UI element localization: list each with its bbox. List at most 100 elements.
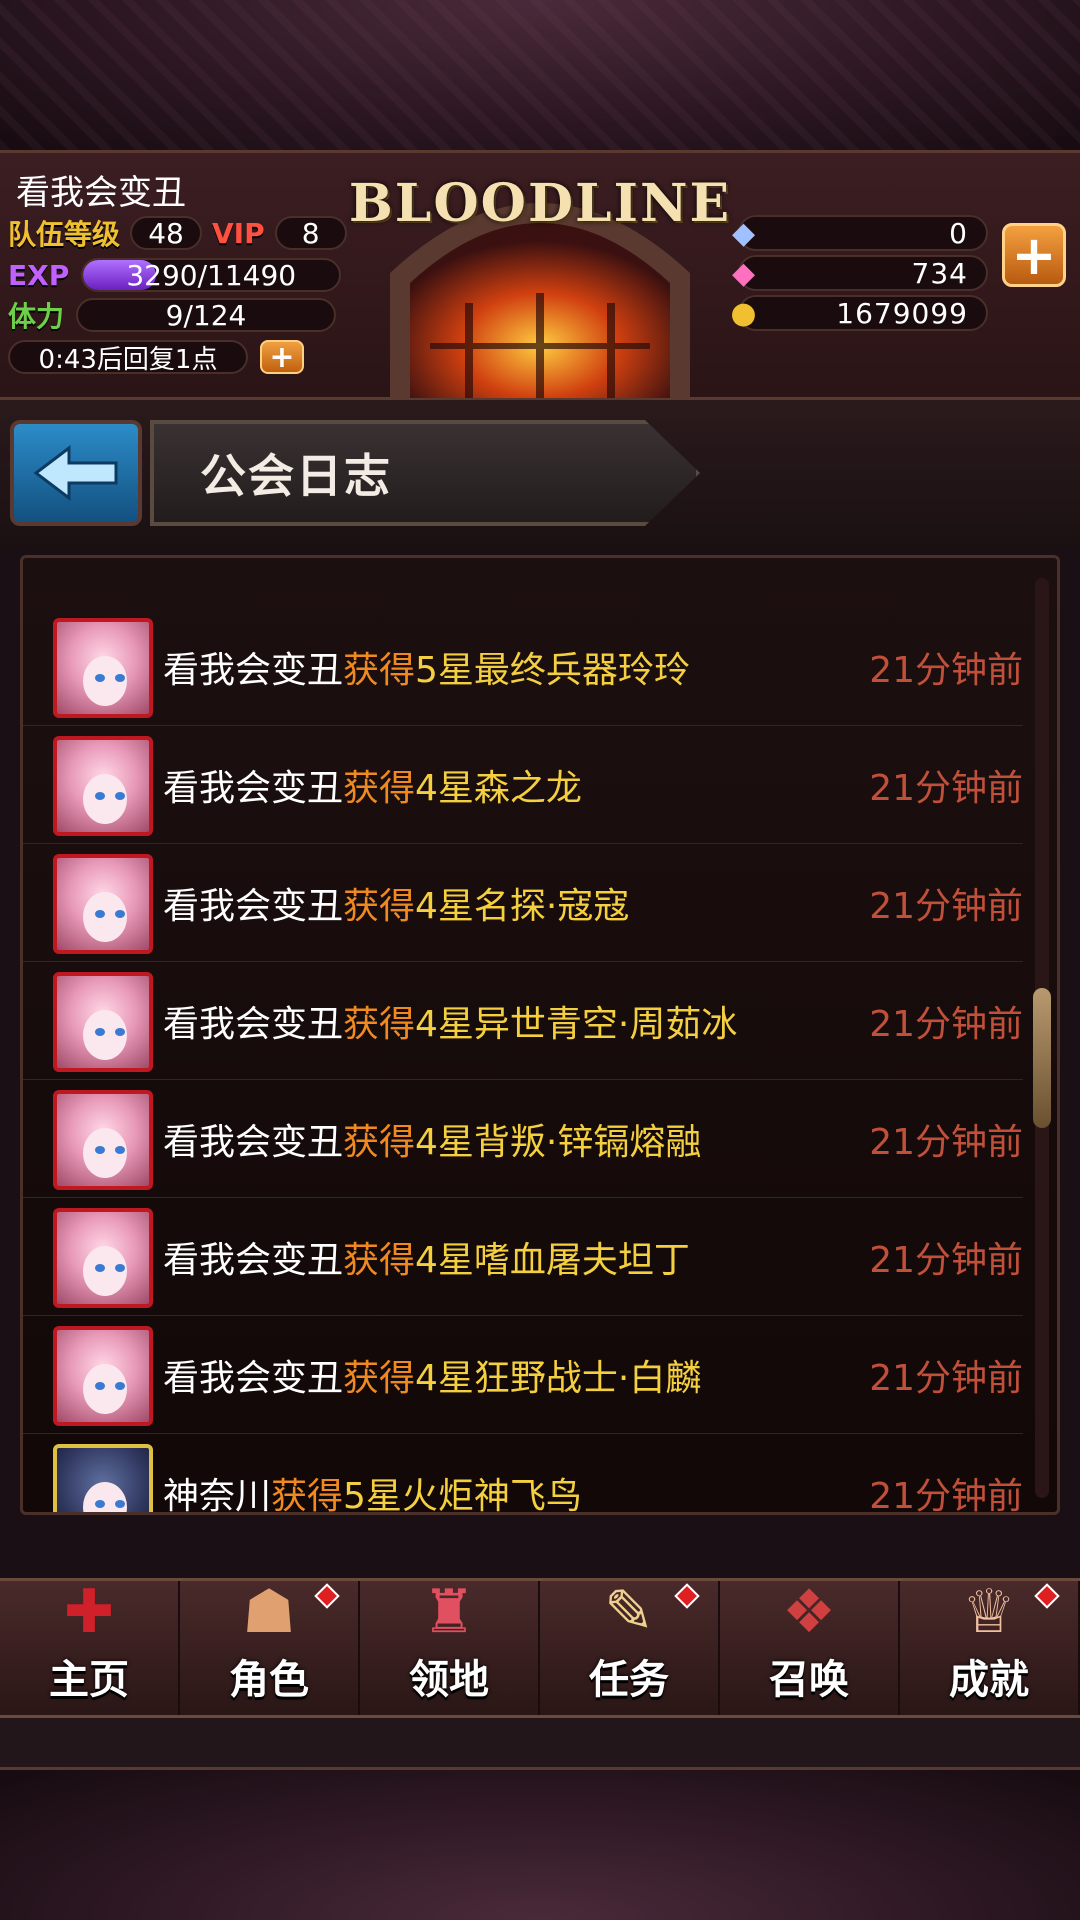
castle-icon: ♜ (422, 1577, 476, 1647)
game-logo: BLOODLINE (348, 172, 732, 234)
avatar-eye (95, 910, 105, 918)
log-verb: 获得 (343, 1358, 416, 1399)
player-avatar[interactable] (53, 1090, 153, 1190)
log-row: 看我会变丑 获得 4星名探·寇寇 21分钟前 (23, 844, 1023, 962)
avatar-eye (115, 1028, 125, 1036)
page-title: 公会日志 (200, 449, 392, 503)
log-row: 看我会变丑 获得 4星嗜血屠夫坦丁 21分钟前 (23, 1198, 1023, 1316)
recover-row: 0:43后回复1点 + (8, 337, 304, 377)
player-avatar[interactable] (53, 1444, 153, 1512)
log-row: 看我会变丑 获得 4星背叛·锌镉熔融 21分钟前 (23, 1080, 1023, 1198)
player-avatar[interactable] (53, 1208, 153, 1308)
player-avatar[interactable] (53, 854, 153, 954)
nav-item-shield[interactable]: ✚ 主页 (0, 1577, 180, 1715)
gem-counter: ◆ 734 (732, 255, 988, 291)
log-row: 神奈川 获得 5星火炬神飞鸟 21分钟前 (23, 1434, 1023, 1515)
log-message: 看我会变丑 获得 4星异世青空·周茹冰 (163, 962, 737, 1080)
gold-value: 1679099 (836, 296, 968, 330)
log-verb: 获得 (271, 1476, 344, 1515)
avatar-eye (95, 1028, 105, 1036)
avatar-eye (115, 910, 125, 918)
log-row: 看我会变丑 获得 4星异世青空·周茹冰 21分钟前 (23, 962, 1023, 1080)
nav-item-character[interactable]: ☗ 角色 (180, 1577, 360, 1715)
log-message: 看我会变丑 获得 4星嗜血屠夫坦丁 (163, 1198, 690, 1316)
back-arrow-icon (33, 444, 118, 502)
log-verb: 获得 (343, 1122, 416, 1163)
scrollbar-thumb[interactable] (1033, 988, 1051, 1128)
log-message: 神奈川 获得 5星火炬神飞鸟 (163, 1434, 582, 1515)
log-message: 看我会变丑 获得 4星森之龙 (163, 726, 582, 844)
log-timestamp: 21分钟前 (869, 650, 1023, 691)
stamina-value: 9/124 (76, 298, 337, 332)
guild-log-panel[interactable]: 看我会变丑 获得 5星最终兵器玲玲 21分钟前 看我会变丑 获得 4星森之龙 21分钟前 看我会… (20, 555, 1060, 1515)
recharge-button[interactable]: + (1002, 223, 1066, 287)
avatar-eye (95, 674, 105, 682)
log-player-name: 看我会变丑 (163, 886, 344, 927)
vip-label: VIP (212, 216, 265, 250)
bottom-background (0, 1770, 1080, 1920)
exp-bar: 3290/11490 (81, 258, 342, 292)
log-timestamp: 21分钟前 (869, 886, 1023, 927)
buy-stamina-button[interactable]: + (260, 340, 304, 375)
log-row: 看我会变丑 获得 5星最终兵器玲玲 21分钟前 (23, 608, 1023, 726)
vip-level-value: 8 (274, 216, 347, 250)
player-avatar[interactable] (53, 736, 153, 836)
log-verb: 获得 (343, 650, 416, 691)
log-item-name: 4星嗜血屠夫坦丁 (415, 1240, 690, 1281)
avatar-eye (95, 792, 105, 800)
stamina-row: 体力 9/124 (8, 295, 337, 335)
player-avatar[interactable] (53, 618, 153, 718)
log-timestamp: 21分钟前 (869, 1476, 1023, 1515)
log-verb: 获得 (343, 1004, 416, 1045)
avatar-eye (115, 792, 125, 800)
nav-label: 任务 (589, 1657, 669, 1703)
page-title-bar: 公会日志 (0, 400, 1080, 550)
log-timestamp: 21分钟前 (869, 1122, 1023, 1163)
nav-item-summon-cards[interactable]: ❖ 召唤 (720, 1577, 900, 1715)
player-avatar[interactable] (53, 972, 153, 1072)
log-player-name: 神奈川 (163, 1476, 272, 1515)
exp-label: EXP (8, 258, 70, 292)
recover-timer: 0:43后回复1点 (8, 340, 248, 375)
log-player-name: 看我会变丑 (163, 1240, 344, 1281)
summon-cards-icon: ❖ (782, 1577, 836, 1647)
log-player-name: 看我会变丑 (163, 1004, 344, 1045)
log-item-name: 4星异世青空·周茹冰 (415, 1004, 738, 1045)
avatar-eye (95, 1500, 105, 1508)
log-item-name: 4星名探·寇寇 (415, 886, 630, 927)
exp-row: EXP 3290/11490 (8, 255, 342, 295)
log-row: 看我会变丑 获得 4星狂野战士·白麟 21分钟前 (23, 1316, 1023, 1434)
nav-label: 召唤 (769, 1657, 849, 1703)
shield-icon: ✚ (63, 1577, 115, 1647)
log-item-name: 5星火炬神飞鸟 (343, 1476, 582, 1515)
bottom-ornament-strip (0, 1718, 1080, 1770)
log-message: 看我会变丑 获得 4星背叛·锌镉熔融 (163, 1080, 701, 1198)
avatar-eye (95, 1264, 105, 1272)
notification-badge (1034, 1583, 1060, 1609)
nav-label: 成就 (949, 1657, 1029, 1703)
log-player-name: 看我会变丑 (163, 768, 344, 809)
character-icon: ☗ (242, 1577, 296, 1647)
title-plate: 公会日志 (150, 420, 700, 526)
back-button[interactable] (10, 420, 142, 526)
player-avatar[interactable] (53, 1326, 153, 1426)
log-item-name: 5星最终兵器玲玲 (415, 650, 690, 691)
nav-item-quest-book[interactable]: ✎ 任务 (540, 1577, 720, 1715)
team-level-row: 队伍等级 48 VIP 8 (8, 213, 347, 253)
log-timestamp: 21分钟前 (869, 768, 1023, 809)
log-message: 看我会变丑 获得 4星狂野战士·白麟 (163, 1316, 701, 1434)
log-verb: 获得 (343, 1240, 416, 1281)
log-player-name: 看我会变丑 (163, 650, 344, 691)
avatar-eye (115, 1264, 125, 1272)
nav-item-trophy[interactable]: ♕ 成就 (900, 1577, 1080, 1715)
nav-item-castle[interactable]: ♜ 领地 (360, 1577, 540, 1715)
log-message: 看我会变丑 获得 5星最终兵器玲玲 (163, 608, 690, 726)
gold-coin-icon: ● (730, 295, 758, 331)
gold-counter: ● 1679099 (730, 295, 988, 331)
bottom-nav: ✚ 主页 ☗ 角色 ♜ 领地 ✎ 任务 ❖ 召唤 ♕ 成就 (0, 1577, 1080, 1718)
top-ornament (0, 0, 1080, 150)
avatar-eye (115, 1382, 125, 1390)
nav-label: 主页 (49, 1657, 129, 1703)
nav-label: 领地 (409, 1657, 489, 1703)
avatar-eye (115, 1146, 125, 1154)
